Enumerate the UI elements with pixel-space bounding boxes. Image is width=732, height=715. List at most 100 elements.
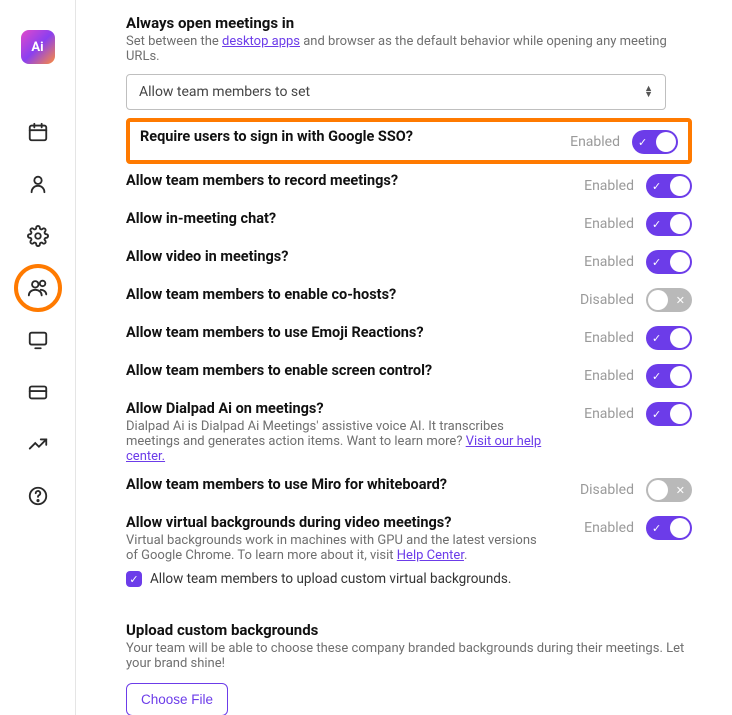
setting-title-cohosts: Allow team members to enable co-hosts? <box>126 286 396 303</box>
setting-row-vbg: Allow virtual backgrounds during video m… <box>126 508 692 593</box>
toggle-screencontrol[interactable]: ✓ <box>646 364 692 388</box>
setting-left: Allow team members to enable screen cont… <box>126 362 432 379</box>
always-open-subtitle: Set between the desktop apps and browser… <box>126 34 692 64</box>
desc-pre: Virtual backgrounds work in machines wit… <box>126 533 537 563</box>
toggle-knob <box>656 132 676 152</box>
toggle-knob <box>670 252 690 272</box>
toggle-record[interactable]: ✓ <box>646 174 692 198</box>
setting-left: Require users to sign in with Google SSO… <box>140 128 413 145</box>
toggle-miro[interactable]: ✕ <box>646 478 692 502</box>
card-icon[interactable] <box>14 368 62 416</box>
setting-right: Enabled ✓ <box>584 400 692 426</box>
setting-title-record: Allow team members to record meetings? <box>126 172 398 189</box>
checkbox-row-vbg: ✓ Allow team members to upload custom vir… <box>126 571 546 587</box>
setting-desc-vbg: Virtual backgrounds work in machines wit… <box>126 533 546 563</box>
toggle-knob <box>670 214 690 234</box>
status-text-vbg: Enabled <box>584 520 634 536</box>
desc-pre: Dialpad Ai is Dialpad Ai Meetings' assis… <box>126 419 504 449</box>
check-icon: ✓ <box>652 516 661 540</box>
checkbox-vbg[interactable]: ✓ <box>126 571 142 587</box>
setting-right: Enabled ✓ <box>584 514 692 540</box>
select-value: Allow team members to set <box>139 84 310 100</box>
desc-link-vbg[interactable]: Help Center <box>397 548 464 563</box>
user-icon[interactable] <box>14 160 62 208</box>
setting-right: Disabled✕ <box>580 286 692 312</box>
check-icon: ✓ <box>652 250 661 274</box>
toggle-knob <box>670 366 690 386</box>
setting-right: Enabled✓ <box>584 172 692 198</box>
gear-icon[interactable] <box>14 212 62 260</box>
calendar-icon[interactable] <box>14 108 62 156</box>
setting-left: Allow team members to use Emoji Reaction… <box>126 324 424 341</box>
upload-title: Upload custom backgrounds <box>126 621 692 639</box>
setting-row-chat: Allow in-meeting chat? Enabled ✓ <box>126 204 692 242</box>
status-text-screencontrol: Enabled <box>584 368 634 384</box>
setting-right: Enabled ✓ <box>584 324 692 350</box>
check-icon: ✓ <box>652 326 661 350</box>
setting-title-chat: Allow in-meeting chat? <box>126 210 276 227</box>
sidebar: Ai <box>0 0 76 715</box>
setting-title-screencontrol: Allow team members to enable screen cont… <box>126 362 432 379</box>
toggle-vbg[interactable]: ✓ <box>646 516 692 540</box>
setting-desc-ai: Dialpad Ai is Dialpad Ai Meetings' assis… <box>126 419 546 464</box>
status-text-ai: Enabled <box>584 406 634 422</box>
setting-left: Allow team members to use Miro for white… <box>126 476 447 493</box>
check-icon: ✓ <box>652 174 661 198</box>
monitor-icon[interactable] <box>14 316 62 364</box>
toggle-cohosts[interactable]: ✕ <box>646 288 692 312</box>
setting-left: Allow team members to enable co-hosts? <box>126 286 396 303</box>
toggle-knob <box>670 404 690 424</box>
setting-right: Enabled ✓ <box>584 362 692 388</box>
setting-right: Enabled ✓ <box>584 210 692 236</box>
open-meetings-select[interactable]: Allow team members to set ▲▼ <box>126 74 666 110</box>
toggle-emoji[interactable]: ✓ <box>646 326 692 350</box>
check-icon: ✓ <box>652 364 661 388</box>
status-text-emoji: Enabled <box>584 330 634 346</box>
users-icon[interactable] <box>14 264 62 312</box>
subtitle-pre: Set between the <box>126 34 222 49</box>
setting-title-ai: Allow Dialpad Ai on meetings? <box>126 400 546 417</box>
trend-icon[interactable] <box>14 420 62 468</box>
x-icon: ✕ <box>676 288 685 312</box>
setting-title-emoji: Allow team members to use Emoji Reaction… <box>126 324 424 341</box>
setting-row-video: Allow video in meetings? Enabled ✓ <box>126 242 692 280</box>
status-text-chat: Enabled <box>584 216 634 232</box>
setting-left: Allow team members to record meetings? <box>126 172 398 189</box>
toggle-chat[interactable]: ✓ <box>646 212 692 236</box>
desc-post: . <box>464 548 467 563</box>
status-text-miro: Disabled <box>580 482 634 498</box>
toggle-ai[interactable]: ✓ <box>646 402 692 426</box>
setting-left: Allow virtual backgrounds during video m… <box>126 514 546 587</box>
setting-title-vbg: Allow virtual backgrounds during video m… <box>126 514 546 531</box>
help-icon[interactable] <box>14 472 62 520</box>
setting-left: Allow in-meeting chat? <box>126 210 276 227</box>
setting-row-cohosts: Allow team members to enable co-hosts? Di… <box>126 280 692 318</box>
setting-row-ai: Allow Dialpad Ai on meetings? Dialpad Ai … <box>126 394 692 470</box>
setting-row-miro: Allow team members to use Miro for white… <box>126 470 692 508</box>
status-text-video: Enabled <box>584 254 634 270</box>
always-open-title: Always open meetings in <box>126 14 692 32</box>
setting-left: Allow video in meetings? <box>126 248 288 265</box>
highlight-sso: Require users to sign in with Google SSO… <box>126 118 692 164</box>
setting-title-video: Allow video in meetings? <box>126 248 288 265</box>
checkbox-label: Allow team members to upload custom virt… <box>150 571 511 587</box>
setting-row-sso: Require users to sign in with Google SSO… <box>140 128 678 154</box>
toggle-knob <box>648 290 668 310</box>
app-logo: Ai <box>21 30 55 64</box>
toggle-sso[interactable]: ✓ <box>632 130 678 154</box>
desktop-apps-link[interactable]: desktop apps <box>222 34 300 49</box>
check-icon: ✓ <box>652 402 661 426</box>
setting-right: Enabled✓ <box>570 128 678 154</box>
settings-list: Require users to sign in with Google SSO… <box>126 118 692 593</box>
toggle-knob <box>670 176 690 196</box>
choose-file-button[interactable]: Choose File <box>126 683 228 715</box>
setting-title-sso: Require users to sign in with Google SSO… <box>140 128 413 145</box>
chevron-updown-icon: ▲▼ <box>644 86 653 98</box>
toggle-video[interactable]: ✓ <box>646 250 692 274</box>
setting-row-record: Allow team members to record meetings? En… <box>126 166 692 204</box>
setting-right: Enabled ✓ <box>584 248 692 274</box>
toggle-knob <box>648 480 668 500</box>
setting-row-emoji: Allow team members to use Emoji Reaction… <box>126 318 692 356</box>
check-icon: ✓ <box>652 212 661 236</box>
setting-right: Disabled ✕ <box>580 476 692 502</box>
